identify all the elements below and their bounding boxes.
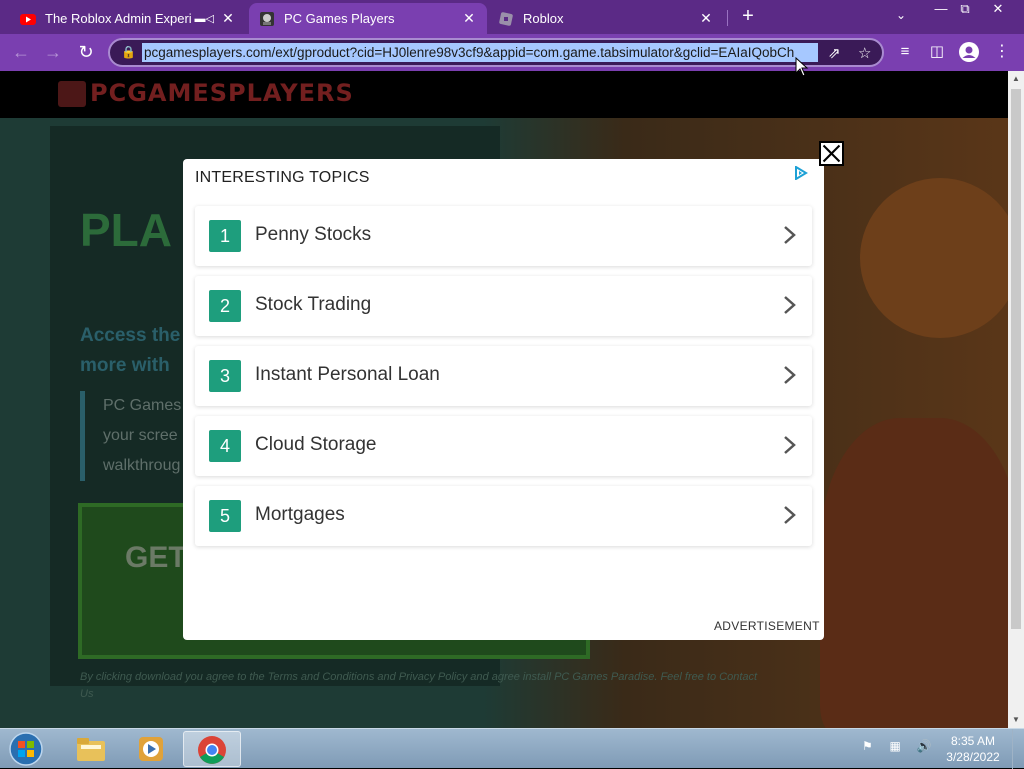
start-button-icon[interactable] xyxy=(6,731,46,767)
hero-description: PC Games your scree walkthroug xyxy=(80,391,190,481)
chevron-right-icon xyxy=(784,296,796,314)
topic-label: Stock Trading xyxy=(255,294,372,315)
chevron-right-icon xyxy=(784,366,796,384)
hero-subtitle: Access the more with xyxy=(80,325,181,376)
clock[interactable]: 8:35 AM 3/28/2022 xyxy=(940,733,1006,765)
hero-art-tree xyxy=(860,178,1008,338)
mouse-cursor-icon xyxy=(795,57,809,77)
address-bar[interactable]: 🔒 pcgamesplayers.com/ext/gproduct?cid=HJ… xyxy=(108,38,884,67)
close-ad-icon[interactable] xyxy=(819,141,844,166)
pcgames-icon xyxy=(260,11,274,26)
page-scrollbar[interactable]: ▲ ▼ xyxy=(1008,71,1024,728)
system-tray: ⚑ ▦ 🔊 xyxy=(862,737,942,761)
topic-number: 2 xyxy=(209,290,241,322)
share-icon[interactable]: ⇗ xyxy=(828,44,841,62)
network-icon[interactable]: ▦ xyxy=(889,739,905,755)
logo-text: PCGAMESPLAYERS xyxy=(90,79,354,107)
logo-icon xyxy=(58,81,86,107)
hero-art-rock xyxy=(820,418,1008,728)
close-tab-icon[interactable]: ✕ xyxy=(461,10,477,27)
topic-item-instant-personal-loan[interactable]: 3 Instant Personal Loan xyxy=(195,346,812,406)
speaker-muted-icon[interactable]: ▬◁ xyxy=(195,12,214,25)
site-header: PCGAMESPLAYERS xyxy=(0,71,1008,118)
roblox-icon xyxy=(499,11,513,26)
topic-item-penny-stocks[interactable]: 1 Penny Stocks xyxy=(195,206,812,266)
show-desktop-button[interactable] xyxy=(1012,729,1024,769)
reload-icon[interactable]: ↻ xyxy=(75,41,97,63)
chrome-icon xyxy=(198,736,226,764)
url-text[interactable]: pcgamesplayers.com/ext/gproduct?cid=HJ0l… xyxy=(142,43,818,62)
taskbar-media-player[interactable] xyxy=(122,731,180,767)
tab-pc-games-players[interactable]: PC Games Players ✕ xyxy=(249,3,487,34)
taskbar-explorer[interactable] xyxy=(62,731,120,767)
legal-text: By clicking download you agree to the Te… xyxy=(80,671,758,700)
tab-roblox[interactable]: Roblox ✕ xyxy=(488,3,724,34)
clock-time: 8:35 AM xyxy=(950,734,996,748)
action-center-icon[interactable]: ⚑ xyxy=(862,739,878,755)
tab-separator xyxy=(727,10,728,26)
topic-item-cloud-storage[interactable]: 4 Cloud Storage xyxy=(195,416,812,476)
close-tab-icon[interactable]: ✕ xyxy=(220,10,236,27)
chevron-right-icon xyxy=(784,436,796,454)
profile-avatar-icon[interactable] xyxy=(958,41,980,63)
chevron-right-icon xyxy=(784,226,796,244)
topic-number: 4 xyxy=(209,430,241,462)
topic-number: 3 xyxy=(209,360,241,392)
reading-list-icon[interactable]: ≡ xyxy=(894,41,916,63)
restore-icon[interactable]: ⧉ xyxy=(950,0,980,20)
topic-label: Mortgages xyxy=(255,504,345,525)
tab-title: PC Games Players xyxy=(284,11,395,26)
explorer-icon xyxy=(77,738,105,761)
advertisement-label: ADVERTISEMENT xyxy=(714,619,820,633)
tab-title: The Roblox Admin Experience xyxy=(45,11,191,26)
scroll-down-icon[interactable]: ▼ xyxy=(1008,712,1024,728)
bookmark-star-icon[interactable]: ☆ xyxy=(858,44,871,62)
topic-label: Penny Stocks xyxy=(255,224,372,245)
youtube-icon xyxy=(20,13,36,25)
taskbar-chrome[interactable] xyxy=(183,731,241,767)
scroll-thumb[interactable] xyxy=(1011,89,1021,629)
site-logo[interactable]: PCGAMESPLAYERS xyxy=(58,79,354,107)
new-tab-button[interactable]: + xyxy=(737,6,759,28)
volume-icon[interactable]: 🔊 xyxy=(917,739,933,755)
tab-search-icon[interactable]: ⌄ xyxy=(896,8,906,22)
clock-date: 3/28/2022 xyxy=(946,750,1000,764)
lock-icon[interactable]: 🔒 xyxy=(121,45,136,59)
hero-title: PLA xyxy=(80,204,172,256)
menu-kebab-icon[interactable]: ⋮ xyxy=(991,41,1013,63)
taskbar: ⚑ ▦ 🔊 8:35 AM 3/28/2022 xyxy=(0,728,1024,769)
side-panel-icon[interactable]: ◫ xyxy=(926,41,948,63)
adchoices-icon[interactable] xyxy=(794,166,808,180)
topic-label: Cloud Storage xyxy=(255,434,377,455)
tab-title: Roblox xyxy=(523,11,564,26)
topic-item-mortgages[interactable]: 5 Mortgages xyxy=(195,486,812,546)
close-tab-icon[interactable]: ✕ xyxy=(698,10,714,27)
tab-strip: The Roblox Admin Experience ▬◁ ✕ PC Game… xyxy=(0,0,1024,34)
tab-youtube[interactable]: The Roblox Admin Experience ▬◁ ✕ xyxy=(10,3,246,34)
topic-number: 5 xyxy=(209,500,241,532)
scroll-up-icon[interactable]: ▲ xyxy=(1008,71,1024,87)
media-player-icon xyxy=(139,737,163,761)
chevron-right-icon xyxy=(784,506,796,524)
ad-heading: INTERESTING TOPICS xyxy=(195,169,370,186)
topic-number: 1 xyxy=(209,220,241,252)
topic-label: Instant Personal Loan xyxy=(255,364,440,385)
topic-item-stock-trading[interactable]: 2 Stock Trading xyxy=(195,276,812,336)
ad-modal: INTERESTING TOPICS 1 Penny Stocks 2 Stoc… xyxy=(183,159,824,640)
back-icon[interactable]: ← xyxy=(10,41,32,63)
browser-toolbar: ← → ↻ 🔒 pcgamesplayers.com/ext/gproduct?… xyxy=(0,34,1024,71)
forward-icon[interactable]: → xyxy=(42,41,64,63)
close-window-icon[interactable]: ✕ xyxy=(983,0,1013,20)
